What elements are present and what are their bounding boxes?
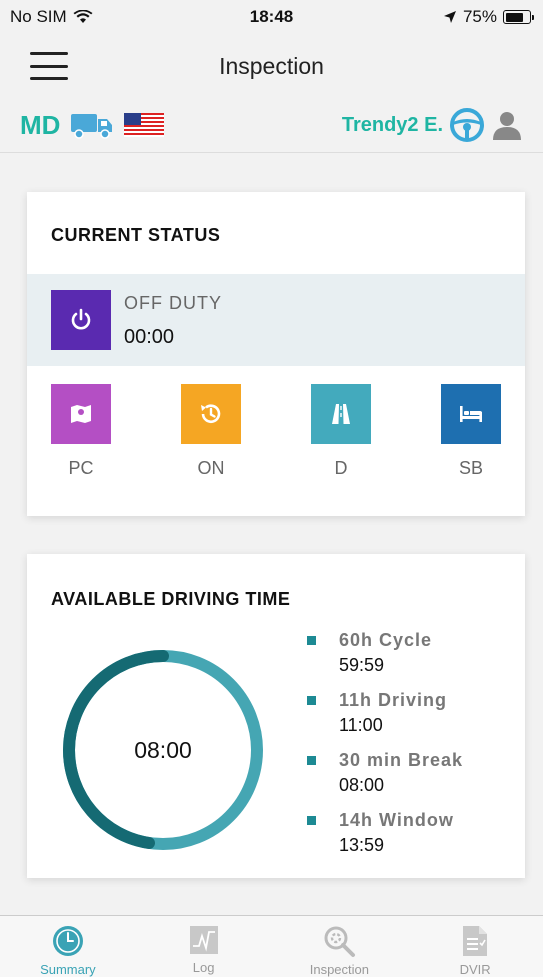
tab-inspection-label: Inspection (309, 962, 369, 977)
current-status-card: CURRENT STATUS OFF DUTY 00:00 PC ON D SB (27, 192, 525, 516)
legend-marker (307, 816, 316, 825)
navigation-bar: Inspection (0, 34, 543, 98)
legend-marker (307, 756, 316, 765)
tab-log[interactable]: Log (136, 916, 272, 977)
tab-dvir[interactable]: DVIR (407, 916, 543, 977)
tab-summary[interactable]: Summary (0, 916, 136, 977)
us-flag-icon (124, 113, 165, 137)
legend-item-value: 13:59 (339, 835, 385, 855)
road-icon (332, 404, 350, 424)
current-status-title: CURRENT STATUS (51, 225, 221, 245)
legend-item-value: 59:59 (339, 655, 385, 675)
legend-item-value: 11:00 (339, 715, 383, 735)
wifi-icon (73, 10, 93, 23)
legend-item-60h-cycle: 60h Cycle 59:59 (307, 630, 463, 690)
battery-percent: 75% (462, 7, 497, 26)
region-code: MD (20, 109, 61, 140)
ring-center-time: 08:00 (134, 736, 192, 763)
tab-inspection[interactable]: Inspection (272, 916, 408, 977)
driving-time-title: AVAILABLE DRIVING TIME (51, 589, 291, 609)
clock-icon (52, 926, 83, 956)
legend-item-11h-driving: 11h Driving 11:00 (307, 690, 463, 750)
legend-item-name: 11h Driving (339, 690, 448, 710)
log-chart-icon (189, 926, 218, 954)
driving-time-legend: 60h Cycle 59:59 11h Driving 11:00 30 min… (307, 630, 463, 870)
legend-item-14h-window: 14h Window 13:59 (307, 810, 463, 870)
power-icon (71, 308, 91, 330)
legend-item-30min-break: 30 min Break 08:00 (307, 750, 463, 810)
sleeper-berth-status-button[interactable] (441, 384, 501, 444)
user-avatar-icon[interactable] (491, 109, 523, 141)
available-driving-time-card: AVAILABLE DRIVING TIME 08:00 60h Cycle 5… (27, 554, 525, 878)
legend-item-name: 30 min Break (339, 750, 464, 770)
hamburger-menu-button[interactable] (30, 52, 68, 80)
driver-name: Trendy2 E. (341, 113, 443, 136)
pc-status-button[interactable] (51, 384, 111, 444)
bottom-tab-bar: Summary Log Inspection DVIR (0, 915, 543, 977)
ios-status-bar: No SIM 18:48 75% (0, 0, 543, 34)
sleeper-berth-status-label: SB (458, 458, 483, 478)
legend-item-value: 08:00 (339, 775, 385, 795)
steering-wheel-icon[interactable] (449, 107, 485, 143)
clock-time: 18:48 (249, 7, 294, 26)
map-icon (71, 405, 91, 423)
driving-status-label: D (334, 458, 348, 478)
current-status-time: 00:00 (124, 326, 175, 348)
current-status-row: OFF DUTY 00:00 (27, 274, 525, 366)
dvir-document-icon (463, 926, 488, 956)
on-status-button[interactable] (181, 384, 241, 444)
driver-info-bar: MD Trendy2 E. (0, 98, 543, 153)
page-title: Inspection (219, 52, 324, 79)
duty-status-buttons: PC ON D SB (27, 384, 525, 494)
battery-group: 75% (443, 7, 534, 27)
legend-marker (307, 696, 316, 705)
tab-summary-label: Summary (40, 962, 96, 977)
truck-icon (71, 114, 113, 139)
legend-item-name: 60h Cycle (339, 630, 433, 650)
off-duty-status-button[interactable] (51, 290, 111, 350)
legend-marker (307, 636, 316, 645)
carrier-label: No SIM (10, 7, 67, 26)
pc-status-label: PC (68, 458, 94, 478)
tab-log-label: Log (192, 960, 215, 975)
battery-icon (503, 10, 534, 24)
carrier-group: No SIM (10, 7, 93, 27)
bed-icon (460, 406, 482, 422)
inspection-search-icon (324, 926, 356, 957)
location-arrow-icon (443, 11, 456, 23)
driving-status-button[interactable] (311, 384, 371, 444)
current-status-label: OFF DUTY (124, 293, 222, 313)
on-status-label: ON (197, 458, 225, 478)
tab-dvir-label: DVIR (459, 962, 491, 977)
history-clock-icon (201, 404, 221, 423)
legend-item-name: 14h Window (339, 810, 454, 830)
